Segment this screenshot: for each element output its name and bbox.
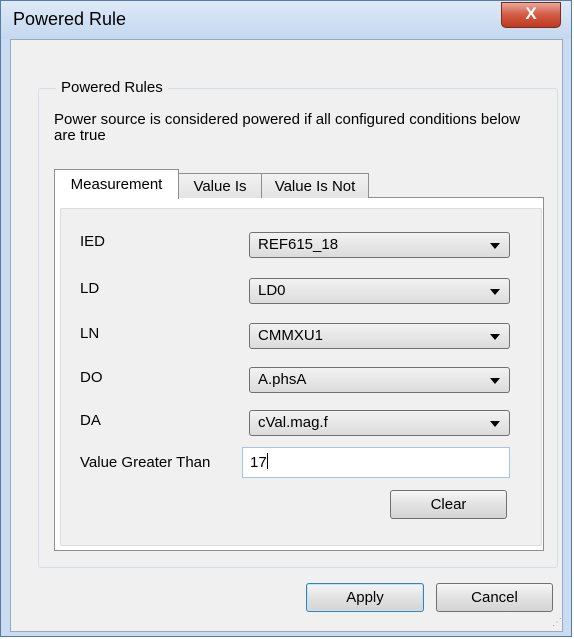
tab-value-is-not[interactable]: Value Is Not <box>261 173 369 198</box>
threshold-value: 17 <box>250 454 267 471</box>
threshold-input[interactable]: 17 <box>242 447 510 478</box>
ld-label: LD <box>80 280 100 297</box>
ld-value: LD0 <box>258 282 286 299</box>
tab-value-is[interactable]: Value Is <box>178 173 262 198</box>
text-caret <box>266 453 268 469</box>
do-value: A.phsA <box>258 371 307 388</box>
clear-button[interactable]: Clear <box>390 490 507 519</box>
ln-value: CMMXU1 <box>258 327 324 344</box>
ied-value: REF615_18 <box>258 236 339 253</box>
close-icon: X <box>525 4 537 23</box>
title-bar[interactable]: Powered Rule X <box>1 1 571 39</box>
resize-grip-icon[interactable]: ⋰ <box>552 617 562 628</box>
chevron-down-icon <box>490 289 500 295</box>
threshold-label: Value Greater Than <box>80 454 211 471</box>
group-description: Power source is considered powered if al… <box>54 111 521 144</box>
ln-select[interactable]: CMMXU1 <box>249 323 510 349</box>
tab-measurement[interactable]: Measurement <box>54 169 179 199</box>
chevron-down-icon <box>490 421 500 427</box>
ied-select[interactable]: REF615_18 <box>249 232 510 258</box>
ld-select[interactable]: LD0 <box>249 278 510 304</box>
close-button[interactable]: X <box>501 2 561 28</box>
do-select[interactable]: A.phsA <box>249 367 510 393</box>
do-label: DO <box>80 369 103 386</box>
group-legend: Powered Rules <box>56 79 168 96</box>
apply-button[interactable]: Apply <box>306 583 424 612</box>
chevron-down-icon <box>490 378 500 384</box>
da-label: DA <box>80 412 101 429</box>
ln-label: LN <box>80 325 100 342</box>
chevron-down-icon <box>490 243 500 249</box>
window-title: Powered Rule <box>13 9 127 29</box>
da-value: cVal.mag.f <box>258 414 328 431</box>
cancel-button[interactable]: Cancel <box>436 583 553 612</box>
da-select[interactable]: cVal.mag.f <box>249 410 510 436</box>
chevron-down-icon <box>490 334 500 340</box>
ied-label: IED <box>80 233 106 250</box>
